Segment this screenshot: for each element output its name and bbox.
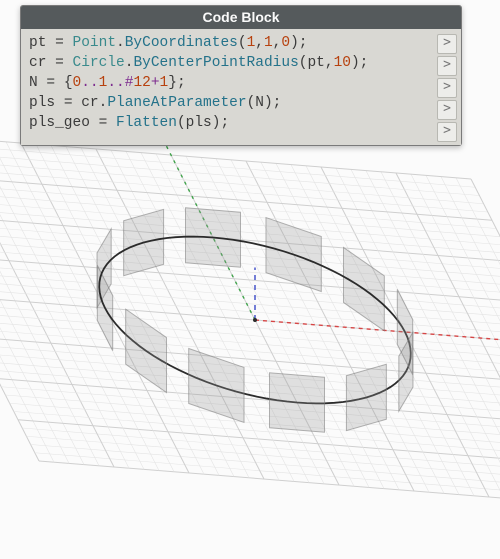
output-port[interactable]: > bbox=[437, 34, 457, 54]
plane-quad bbox=[189, 348, 244, 422]
code-token: pt bbox=[29, 35, 55, 51]
code-line[interactable]: pt = Point.ByCoordinates(1,1,0); bbox=[29, 33, 429, 53]
code-token: 1 bbox=[247, 35, 256, 51]
code-token: .. bbox=[81, 75, 98, 91]
code-token: pls_geo bbox=[29, 115, 99, 131]
code-token: ( bbox=[177, 115, 186, 131]
code-line[interactable]: pls_geo = Flatten(pls); bbox=[29, 113, 429, 133]
code-block-node[interactable]: Code Block pt = Point.ByCoordinates(1,1,… bbox=[20, 5, 462, 146]
code-token: Circle bbox=[73, 55, 125, 71]
output-port[interactable]: > bbox=[437, 100, 457, 120]
code-token: }; bbox=[168, 75, 185, 91]
origin-point bbox=[253, 318, 257, 322]
node-title[interactable]: Code Block bbox=[21, 6, 461, 29]
code-token: ); bbox=[212, 115, 229, 131]
code-token: cr bbox=[29, 55, 55, 71]
code-token: .. bbox=[107, 75, 124, 91]
code-editor[interactable]: pt = Point.ByCoordinates(1,1,0);cr = Cir… bbox=[21, 29, 435, 145]
code-token: ByCoordinates bbox=[125, 35, 238, 51]
code-token: + bbox=[151, 75, 160, 91]
output-port[interactable]: > bbox=[437, 78, 457, 98]
viewport[interactable]: Code Block pt = Point.ByCoordinates(1,1,… bbox=[0, 0, 500, 559]
code-token: { bbox=[64, 75, 73, 91]
background-grid bbox=[0, 131, 500, 509]
output-port[interactable]: > bbox=[437, 122, 457, 142]
code-token: , bbox=[325, 55, 334, 71]
code-token: PlaneAtParameter bbox=[107, 95, 246, 111]
node-body: pt = Point.ByCoordinates(1,1,0);cr = Cir… bbox=[21, 29, 461, 145]
code-token: = bbox=[55, 55, 72, 71]
code-token: cr bbox=[81, 95, 98, 111]
code-token: ); bbox=[290, 35, 307, 51]
code-token: = bbox=[64, 95, 81, 111]
code-token: pls bbox=[186, 115, 212, 131]
code-line[interactable]: cr = Circle.ByCenterPointRadius(pt,10); bbox=[29, 53, 429, 73]
code-line[interactable]: pls = cr.PlaneAtParameter(N); bbox=[29, 93, 429, 113]
code-token: 0 bbox=[73, 75, 82, 91]
plane-quad bbox=[346, 364, 386, 430]
code-token: Flatten bbox=[116, 115, 177, 131]
code-token: ); bbox=[351, 55, 368, 71]
code-token: = bbox=[46, 75, 63, 91]
plane-quad bbox=[126, 309, 167, 392]
code-token: 0 bbox=[281, 35, 290, 51]
code-token: N bbox=[255, 95, 264, 111]
code-line[interactable]: N = {0..1..#12+1}; bbox=[29, 73, 429, 93]
code-token: , bbox=[255, 35, 264, 51]
code-token: 1 bbox=[160, 75, 169, 91]
plane-quad bbox=[270, 373, 325, 432]
output-ports: >>>>> bbox=[435, 29, 461, 145]
code-token: Point bbox=[73, 35, 117, 51]
code-token: pls bbox=[29, 95, 64, 111]
code-token: = bbox=[99, 115, 116, 131]
code-token: 10 bbox=[334, 55, 351, 71]
code-token: = bbox=[55, 35, 72, 51]
code-token: N bbox=[29, 75, 46, 91]
code-token: 12 bbox=[133, 75, 150, 91]
code-token: . bbox=[116, 35, 125, 51]
code-token: pt bbox=[307, 55, 324, 71]
output-port[interactable]: > bbox=[437, 56, 457, 76]
code-token: 1 bbox=[264, 35, 273, 51]
code-token: ByCenterPointRadius bbox=[133, 55, 298, 71]
code-token: ); bbox=[264, 95, 281, 111]
code-token: ( bbox=[247, 95, 256, 111]
code-token: ( bbox=[238, 35, 247, 51]
